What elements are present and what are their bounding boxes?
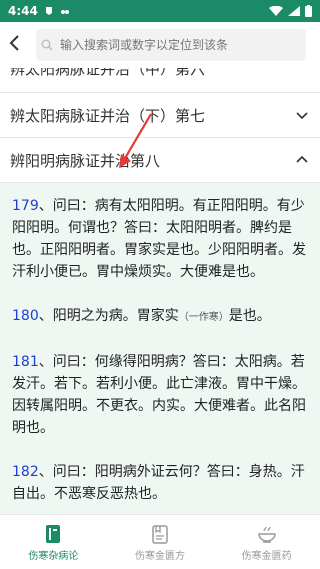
notification-icon [45,7,52,15]
verse-text: 、问曰：阳明病外证云何？答曰：身热。汗自出。不恶寒反恶热也。 [12,464,305,502]
wifi-icon [269,6,283,16]
book-icon [46,524,61,543]
battery-icon [305,5,312,17]
search-bar[interactable] [36,29,306,61]
chapter-seven-title: 辨太阳病脉证并治（下）第七 [10,106,206,125]
tab-label: 伤寒金匮方 [135,550,185,562]
verse-text: 、问曰：何缘得阳明病？答曰：太阳病。若发汗。若下。若利小便。此亡津液。胃中干燥。… [12,354,306,436]
chapter-partial-title: 辨太阳病脉证并治（中）第六 [10,68,206,78]
search-input[interactable] [58,37,302,53]
status-bar: 4:44 [0,0,320,22]
header [0,22,320,68]
verse-179: 179、问曰：病有太阳阳明。有正阳阳明。有少阳阳明。何谓也？答曰：太阳阳明者。脾… [12,195,312,283]
verse-number[interactable]: 179 [12,198,39,214]
bottom-tab-bar: 伤寒杂病论 伤寒金匮方 伤寒金匮药 [0,514,320,569]
chevron-up-icon [296,155,308,163]
chapter-seven[interactable]: 辨太阳病脉证并治（下）第七 [0,92,320,138]
search-icon [36,39,58,51]
chapter-partial[interactable]: 辨太阳病脉证并治（中）第六 [0,68,320,92]
verse-note: （一作寒） [178,312,229,323]
document-icon [152,524,168,544]
signal-icon [288,6,300,16]
verse-text: 、问曰：病有太阳阳明。有正阳阳明。有少阳阳明。何谓也？答曰：太阳阳明者。脾约是也… [12,198,306,280]
chapter-content: 179、问曰：病有太阳阳明。有正阳阳明。有少阳阳明。何谓也？答曰：太阳阳明者。脾… [0,183,320,530]
tab-shanghan-zabing[interactable]: 伤寒杂病论 [0,515,107,569]
tab-fangji[interactable]: 伤寒金匮方 [107,515,214,569]
verse-number[interactable]: 181 [12,354,39,370]
verse-text: 、阳明之为病。胃家实 [38,308,179,324]
tab-yao[interactable]: 伤寒金匮药 [213,515,320,569]
herb-bowl-icon [257,526,276,543]
tab-label: 伤寒杂病论 [28,550,79,562]
verse-text-tail: 是也。 [228,308,271,324]
chevron-down-icon [296,112,308,120]
verse-number[interactable]: 180 [12,308,39,324]
status-time: 4:44 [8,4,38,18]
chapter-eight[interactable]: 辨阳明病脉证并治第八 [0,138,320,183]
chevron-left-icon [9,35,19,51]
back-button[interactable] [0,33,28,57]
verse-181: 181、问曰：何缘得阳明病？答曰：太阳病。若发汗。若下。若利小便。此亡津液。胃中… [12,351,312,439]
tab-label: 伤寒金匮药 [241,550,292,562]
chapter-eight-title: 辨阳明病脉证并治第八 [10,151,161,170]
dot-icon [60,10,69,14]
verse-180: 180、阳明之为病。胃家实（一作寒）是也。 [12,305,312,329]
verse-182: 182、问曰：阳明病外证云何？答曰：身热。汗自出。不恶寒反恶热也。 [12,461,312,505]
verse-number[interactable]: 182 [12,464,39,480]
